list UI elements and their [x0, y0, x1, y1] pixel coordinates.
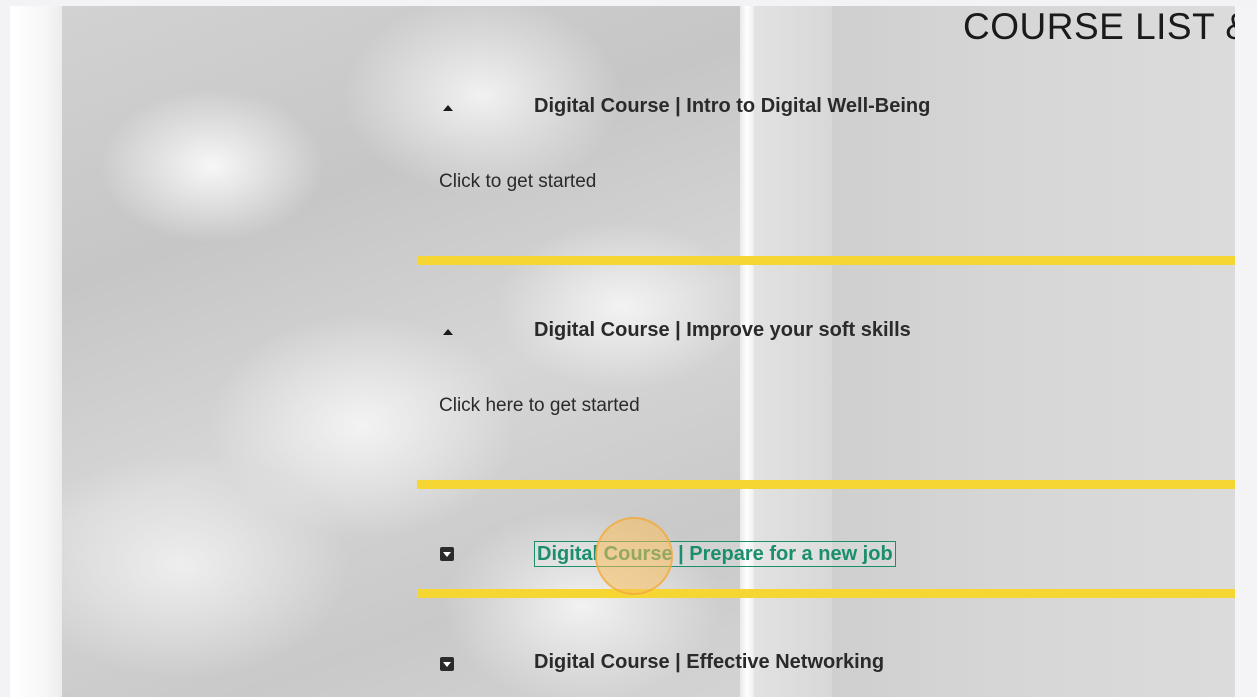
page-margin	[10, 6, 62, 697]
accordion-toggle-4[interactable]	[440, 651, 454, 677]
accordion-toggle-2[interactable]	[440, 319, 453, 345]
caret-down-box-icon	[440, 547, 454, 561]
caret-up-icon	[443, 105, 453, 111]
accordion-toggle-1[interactable]	[440, 95, 453, 121]
accordion-toggle-3[interactable]	[440, 541, 454, 567]
course-heading-4[interactable]: Digital Course | Effective Networking	[534, 651, 884, 674]
divider-2	[417, 480, 1235, 489]
page-title: COURSE LIST &	[963, 6, 1235, 47]
caret-down-box-icon	[440, 657, 454, 671]
divider-1	[417, 256, 1235, 265]
course-heading-3[interactable]: Digital Course | Prepare for a new job	[534, 541, 896, 567]
divider-3	[417, 589, 1235, 598]
course-heading-2[interactable]: Digital Course | Improve your soft skill…	[534, 319, 911, 342]
caret-up-icon	[443, 329, 453, 335]
click-indicator	[595, 517, 673, 595]
course-link-2[interactable]: Click here to get started	[439, 395, 640, 417]
course-page: COURSE LIST & Digital Course | Intro to …	[10, 6, 1257, 697]
course-heading-1[interactable]: Digital Course | Intro to Digital Well-B…	[534, 95, 930, 118]
page-margin-right	[1235, 6, 1257, 697]
course-link-1[interactable]: Click to get started	[439, 171, 596, 193]
